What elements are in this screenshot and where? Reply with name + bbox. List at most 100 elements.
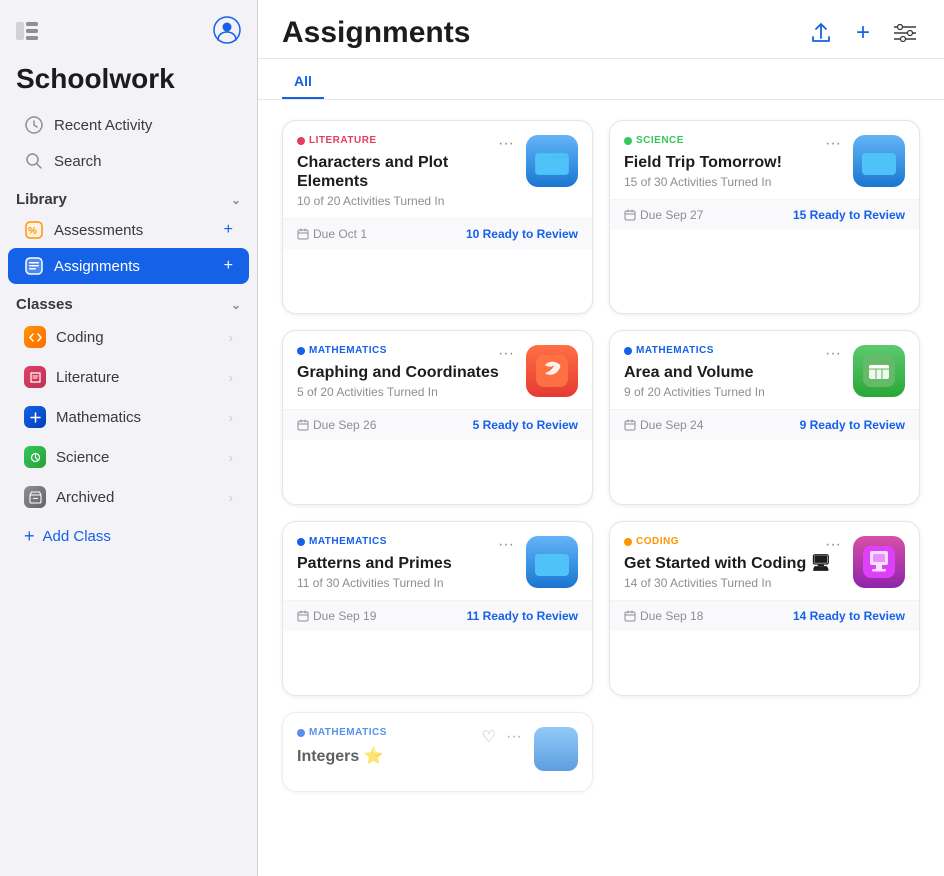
card-1-subject: LITERATURE	[297, 135, 377, 146]
sidebar-item-recent-activity[interactable]: Recent Activity	[8, 107, 249, 143]
card-5-title: Patterns and Primes	[297, 554, 516, 573]
card-1-more-button[interactable]: ···	[496, 135, 516, 153]
card-6-subject: CODING	[624, 536, 679, 547]
card-4-icon	[853, 345, 905, 397]
card-1-text: LITERATURE ··· Characters and Plot Eleme…	[297, 135, 516, 208]
assignments-label: Assignments	[54, 258, 140, 275]
card-5-footer: Due Sep 19 11 Ready to Review	[283, 600, 592, 631]
card-1-activities: 10 of 20 Activities Turned In	[297, 194, 516, 208]
card-5-more-button[interactable]: ···	[496, 536, 516, 554]
card-4-activities: 9 of 20 Activities Turned In	[624, 385, 843, 399]
archived-color-dot	[24, 486, 46, 508]
sidebar-top-bar	[0, 16, 257, 59]
search-icon	[24, 151, 44, 171]
sidebar-item-coding[interactable]: Coding ›	[8, 317, 249, 357]
assignment-card-3: MATHEMATICS ··· Graphing and Coordinates…	[282, 330, 593, 505]
classes-label: Classes	[16, 296, 73, 313]
add-class-label: Add Class	[43, 528, 111, 545]
library-chevron-icon: ⌄	[231, 193, 241, 207]
main-header: Assignments +	[258, 0, 944, 59]
sidebar-toggle-icon[interactable]	[16, 22, 38, 46]
card-2-more-button[interactable]: ···	[823, 135, 843, 153]
list-icon	[24, 256, 44, 276]
literature-label: Literature	[56, 369, 119, 386]
cards-grid: LITERATURE ··· Characters and Plot Eleme…	[258, 100, 944, 876]
card-4-review: 9 Ready to Review	[800, 418, 905, 432]
sidebar-item-literature[interactable]: Literature ›	[8, 357, 249, 397]
card-4-footer: Due Sep 24 9 Ready to Review	[610, 409, 919, 440]
card-7-title: Integers ⭐	[297, 747, 524, 766]
add-class-button[interactable]: + Add Class	[8, 517, 249, 556]
card-5-review: 11 Ready to Review	[467, 609, 578, 623]
card-7-subject: MATHEMATICS	[297, 727, 387, 738]
card-6-due: Due Sep 18	[624, 609, 703, 623]
library-section-header[interactable]: Library ⌄	[0, 179, 257, 212]
filter-button[interactable]	[890, 20, 920, 46]
card-3-more-button[interactable]: ···	[496, 345, 516, 363]
library-label: Library	[16, 191, 67, 208]
card-3-activities: 5 of 20 Activities Turned In	[297, 385, 516, 399]
sidebar-item-search[interactable]: Search	[8, 143, 249, 179]
card-4-title: Area and Volume	[624, 363, 843, 382]
archived-label: Archived	[56, 489, 114, 506]
share-button[interactable]	[806, 18, 836, 48]
card-1-due: Due Oct 1	[297, 227, 367, 241]
sidebar: Schoolwork Recent Activity Search Librar…	[0, 0, 258, 876]
card-1-footer: Due Oct 1 10 Ready to Review	[283, 218, 592, 249]
card-7-more-button[interactable]: ···	[504, 728, 524, 746]
assignment-card-1: LITERATURE ··· Characters and Plot Eleme…	[282, 120, 593, 314]
card-4-more-button[interactable]: ···	[823, 345, 843, 363]
classes-chevron-icon: ⌄	[231, 298, 241, 312]
literature-chevron-icon: ›	[229, 370, 233, 385]
recent-activity-label: Recent Activity	[54, 117, 152, 134]
card-4-text: MATHEMATICS ··· Area and Volume 9 of 20 …	[624, 345, 843, 399]
card-2-title: Field Trip Tomorrow!	[624, 153, 843, 172]
sidebar-item-science[interactable]: Science ›	[8, 437, 249, 477]
card-3-text: MATHEMATICS ··· Graphing and Coordinates…	[297, 345, 516, 399]
card-1-review: 10 Ready to Review	[466, 227, 578, 241]
card-6-text: CODING ··· Get Started with Coding 🖥 14 …	[624, 536, 843, 590]
assignment-card-4: MATHEMATICS ··· Area and Volume 9 of 20 …	[609, 330, 920, 505]
card-6-more-button[interactable]: ···	[823, 536, 843, 554]
card-7-text: MATHEMATICS ♡ ··· Integers ⭐	[297, 727, 524, 769]
sidebar-item-mathematics[interactable]: Mathematics ›	[8, 397, 249, 437]
sidebar-item-assessments[interactable]: % Assessments +	[8, 212, 249, 248]
card-4-due: Due Sep 24	[624, 418, 703, 432]
assessments-add-icon[interactable]: +	[224, 221, 233, 239]
sidebar-item-assignments[interactable]: Assignments +	[8, 248, 249, 284]
card-2-icon	[853, 135, 905, 187]
mathematics-label: Mathematics	[56, 409, 141, 426]
tab-all[interactable]: All	[282, 67, 324, 99]
add-class-plus-icon: +	[24, 526, 35, 547]
sidebar-item-archived[interactable]: Archived ›	[8, 477, 249, 517]
tab-bar: All	[258, 59, 944, 100]
card-6-title: Get Started with Coding 🖥	[624, 554, 843, 573]
card-1-icon	[526, 135, 578, 187]
coding-chevron-icon: ›	[229, 330, 233, 345]
card-2-text: SCIENCE ··· Field Trip Tomorrow! 15 of 3…	[624, 135, 843, 189]
science-color-dot	[24, 446, 46, 468]
profile-icon[interactable]	[213, 16, 241, 51]
card-5-subject: MATHEMATICS	[297, 536, 387, 547]
card-3-subject: MATHEMATICS	[297, 345, 387, 356]
svg-text:%: %	[28, 226, 37, 237]
coding-label: Coding	[56, 329, 104, 346]
card-6-footer: Due Sep 18 14 Ready to Review	[610, 600, 919, 631]
card-3-icon	[526, 345, 578, 397]
card-5-activities: 11 of 30 Activities Turned In	[297, 576, 516, 590]
card-5-icon	[526, 536, 578, 588]
assignment-card-5: MATHEMATICS ··· Patterns and Primes 11 o…	[282, 521, 593, 696]
add-button[interactable]: +	[852, 17, 874, 49]
assignment-card-2: SCIENCE ··· Field Trip Tomorrow! 15 of 3…	[609, 120, 920, 314]
card-2-review: 15 Ready to Review	[793, 208, 905, 222]
card-5-text: MATHEMATICS ··· Patterns and Primes 11 o…	[297, 536, 516, 590]
card-6-icon	[853, 536, 905, 588]
percent-icon: %	[24, 220, 44, 240]
card-7-icon	[534, 727, 578, 771]
literature-color-dot	[24, 366, 46, 388]
assignment-card-7: MATHEMATICS ♡ ··· Integers ⭐	[282, 712, 593, 792]
classes-section-header[interactable]: Classes ⌄	[0, 284, 257, 317]
assignments-add-icon[interactable]: +	[224, 257, 233, 275]
page-title: Assignments	[282, 16, 470, 50]
search-label: Search	[54, 153, 102, 170]
